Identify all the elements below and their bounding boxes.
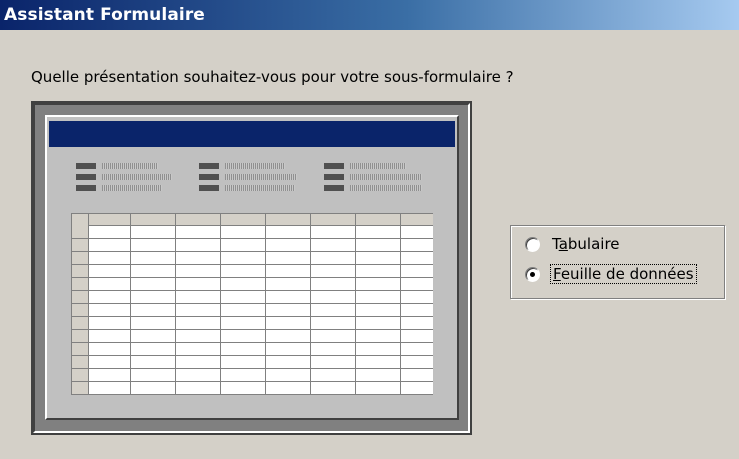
radio-button-selected-icon[interactable] (525, 266, 540, 282)
radio-feuille-de-donnees-label[interactable]: Feuille de données (550, 264, 697, 284)
layout-question: Quelle présentation souhaitez-vous pour … (31, 68, 514, 86)
window-title: Assistant Formulaire (4, 5, 205, 25)
preview-bevel (33, 103, 470, 433)
radio-feuille-de-donnees[interactable]: Feuille de données (525, 262, 697, 286)
radio-tabulaire[interactable]: Tabulaire (525, 232, 622, 256)
preview-datasheet-grid (71, 213, 433, 395)
radio-button-icon[interactable] (525, 236, 540, 252)
radio-tabulaire-label[interactable]: Tabulaire (550, 234, 622, 254)
preview-form-window (45, 115, 459, 420)
layout-preview (31, 101, 472, 435)
layout-options-group: Tabulaire Feuille de données (510, 225, 725, 299)
title-bar: Assistant Formulaire (0, 0, 739, 30)
grid-column-header (72, 214, 433, 226)
preview-caption-bar (49, 121, 455, 147)
